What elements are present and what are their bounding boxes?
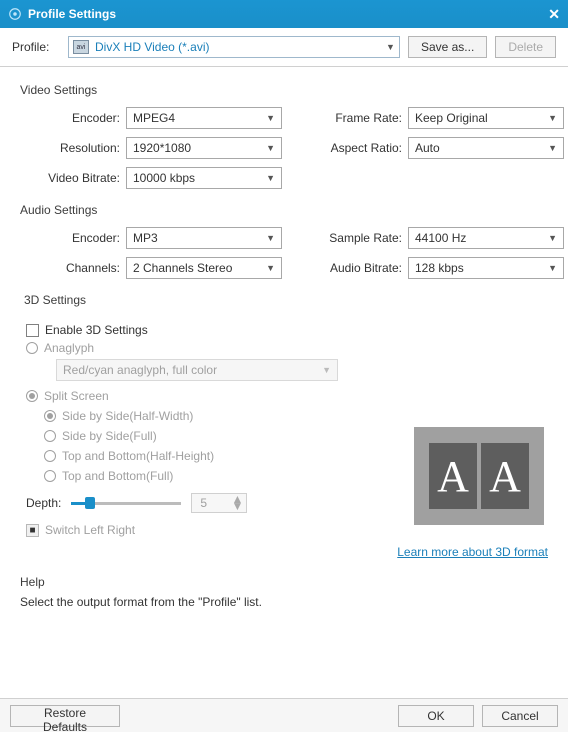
checkbox-icon — [26, 324, 39, 337]
preview-glyph-right: A — [481, 443, 529, 509]
checkbox-icon: ■ — [26, 524, 39, 537]
ok-button[interactable]: OK — [398, 705, 474, 727]
profile-row: Profile: avi DivX HD Video (*.avi) ▼ Sav… — [0, 28, 568, 67]
titlebar: Profile Settings ✕ — [0, 0, 568, 28]
footer: Restore Defaults OK Cancel — [0, 698, 568, 732]
radio-icon — [44, 430, 56, 442]
chevron-down-icon: ▼ — [548, 113, 557, 123]
preview-glyph-left: A — [429, 443, 477, 509]
main-panel: Video Settings Encoder: MPEG4▼ Frame Rat… — [0, 67, 568, 698]
videobitrate-select[interactable]: 10000 kbps▼ — [126, 167, 282, 189]
anaglyph-mode-select: Red/cyan anaglyph, full color ▼ — [56, 359, 338, 381]
chevron-down-icon: ▼ — [266, 113, 275, 123]
resolution-select[interactable]: 1920*1080▼ — [126, 137, 282, 159]
samplerate-label: Sample Rate: — [316, 231, 408, 245]
audio-settings-title: Audio Settings — [20, 203, 554, 217]
anaglyph-radio: Anaglyph — [26, 341, 548, 355]
delete-button: Delete — [495, 36, 556, 58]
profile-label: Profile: — [12, 40, 60, 54]
radio-icon — [26, 342, 38, 354]
channels-label: Channels: — [14, 261, 126, 275]
help-title: Help — [20, 575, 548, 589]
chevron-down-icon: ▼ — [548, 143, 557, 153]
learn-more-link[interactable]: Learn more about 3D format — [397, 545, 548, 559]
video-settings-title: Video Settings — [20, 83, 554, 97]
close-icon[interactable]: ✕ — [548, 6, 560, 23]
window-title: Profile Settings — [28, 7, 116, 21]
audio-encoder-select[interactable]: MP3▼ — [126, 227, 282, 249]
cancel-button[interactable]: Cancel — [482, 705, 558, 727]
chevron-down-icon: ▼ — [266, 233, 275, 243]
chevron-down-icon: ▼ — [266, 143, 275, 153]
aspectratio-select[interactable]: Auto▼ — [408, 137, 564, 159]
switch-lr-checkbox: ■ Switch Left Right — [26, 523, 548, 537]
threed-title: 3D Settings — [24, 293, 554, 307]
chevron-down-icon: ▼ — [548, 233, 557, 243]
slider-thumb-icon — [85, 497, 95, 509]
audio-settings-group: Audio Settings Encoder: MP3▼ Sample Rate… — [14, 203, 554, 279]
resolution-label: Resolution: — [14, 141, 126, 155]
encoder-label: Encoder: — [14, 111, 126, 125]
aspectratio-label: Aspect Ratio: — [316, 141, 408, 155]
app-icon — [8, 7, 22, 21]
help-text: Select the output format from the "Profi… — [20, 595, 548, 609]
threed-preview: A A — [414, 427, 544, 525]
chevron-down-icon: ▼ — [322, 365, 331, 375]
framerate-label: Frame Rate: — [316, 111, 408, 125]
videobitrate-label: Video Bitrate: — [14, 171, 126, 185]
learn-more-row: Learn more about 3D format — [26, 545, 548, 559]
radio-icon — [44, 450, 56, 462]
framerate-select[interactable]: Keep Original▼ — [408, 107, 564, 129]
enable-3d-checkbox[interactable]: Enable 3D Settings — [26, 323, 548, 337]
video-settings-group: Video Settings Encoder: MPEG4▼ Frame Rat… — [14, 83, 554, 189]
depth-slider[interactable] — [71, 496, 181, 510]
radio-icon — [26, 390, 38, 402]
file-type-icon: avi — [73, 40, 89, 54]
samplerate-select[interactable]: 44100 Hz▼ — [408, 227, 564, 249]
radio-icon — [44, 410, 56, 422]
encoder-select[interactable]: MPEG4▼ — [126, 107, 282, 129]
audiobitrate-select[interactable]: 128 kbps▼ — [408, 257, 564, 279]
chevron-down-icon: ▼ — [266, 173, 275, 183]
help-group: Help Select the output format from the "… — [14, 575, 554, 609]
profile-select[interactable]: avi DivX HD Video (*.avi) ▼ — [68, 36, 400, 58]
depth-spinner: 5 ▲▼ — [191, 493, 247, 513]
depth-label: Depth: — [26, 496, 61, 510]
profile-value: DivX HD Video (*.avi) — [95, 40, 209, 54]
restore-defaults-button[interactable]: Restore Defaults — [10, 705, 120, 727]
splitscreen-radio: Split Screen — [26, 389, 548, 403]
audiobitrate-label: Audio Bitrate: — [316, 261, 408, 275]
chevron-down-icon: ▼ — [548, 263, 557, 273]
chevron-down-icon: ▼ — [386, 42, 395, 52]
radio-icon — [44, 470, 56, 482]
channels-select[interactable]: 2 Channels Stereo▼ — [126, 257, 282, 279]
chevron-down-icon: ▼ — [266, 263, 275, 273]
sbs-half-radio: Side by Side(Half-Width) — [44, 409, 548, 423]
spinner-arrows-icon: ▲▼ — [228, 496, 246, 510]
save-as-button[interactable]: Save as... — [408, 36, 487, 58]
audio-encoder-label: Encoder: — [14, 231, 126, 245]
